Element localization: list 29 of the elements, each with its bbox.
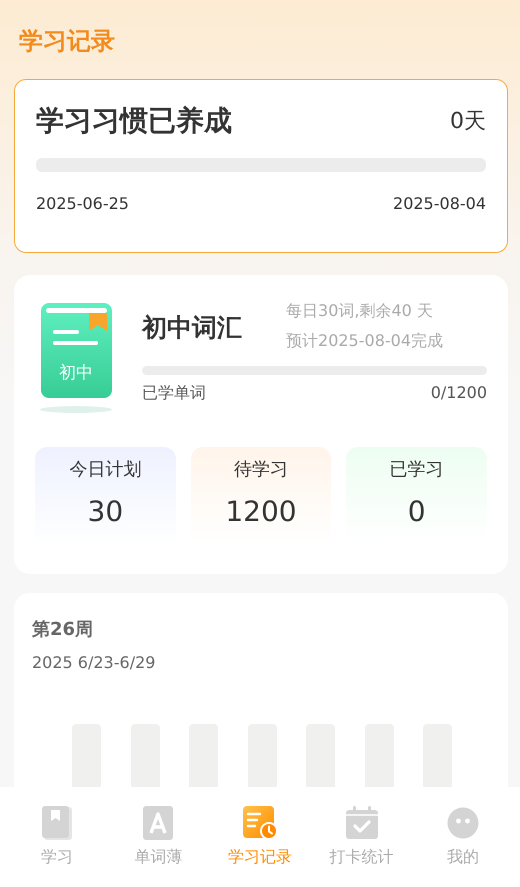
start-date: 2025-06-25	[36, 194, 129, 213]
calendar-check-icon	[344, 805, 379, 841]
smiley-avatar-icon	[447, 805, 480, 841]
tab-bar-item[interactable]: 学习	[8, 805, 105, 873]
learned-count: 0/1200	[430, 383, 487, 404]
day-count: 0天	[450, 108, 486, 136]
letter-card-icon	[142, 805, 174, 841]
stat-label: 今日计划	[69, 458, 142, 481]
week-range: 2025 6/23-6/29	[32, 653, 156, 672]
book-label: 初中	[59, 362, 93, 384]
page-title: 学习记录	[19, 26, 116, 56]
tab-bar-item[interactable]: 单词薄	[110, 805, 206, 873]
stat-label: 待学习	[234, 458, 288, 481]
week-title: 第26周	[32, 618, 94, 641]
daily-plan-info: 每日30词,剩余40 天	[286, 301, 434, 322]
stat-label: 已学习	[390, 458, 444, 481]
tab-bar-item[interactable]: 学习记录	[212, 805, 308, 873]
book-name: 初中词汇	[142, 312, 242, 344]
end-date: 2025-08-04	[393, 194, 486, 213]
tab-bar-item[interactable]: 打卡统计	[314, 805, 410, 873]
learned-label: 已学单词	[142, 383, 206, 404]
habit-title: 学习习惯已养成	[36, 103, 232, 139]
stat-value: 1200	[225, 495, 297, 528]
stat-value: 0	[408, 495, 426, 528]
finish-date-info: 预计2025-08-04完成	[286, 331, 443, 352]
document-clock-icon	[242, 805, 278, 841]
stat-value: 30	[88, 495, 124, 528]
tab-bar-item[interactable]: 我的	[415, 805, 512, 873]
book-icon	[40, 805, 74, 841]
